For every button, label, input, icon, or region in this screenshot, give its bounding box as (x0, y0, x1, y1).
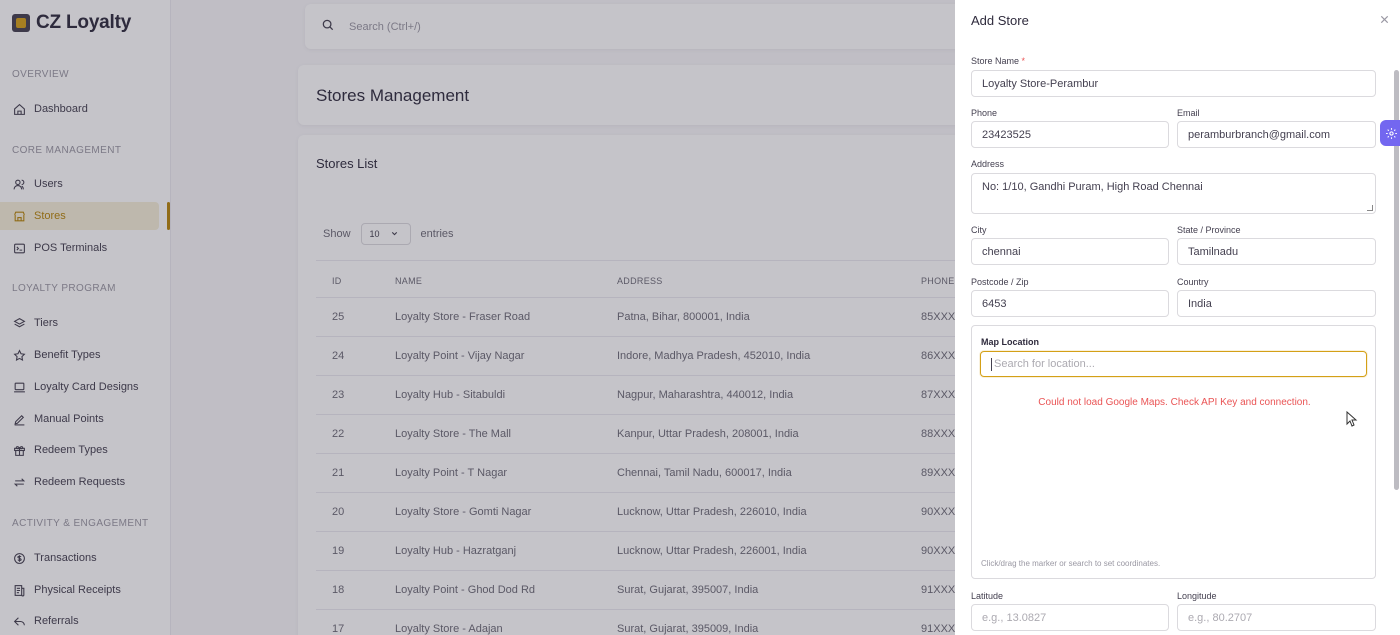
map-title: Map Location (981, 337, 1039, 347)
panel-title: Add Store (971, 13, 1029, 28)
latitude-label: Latitude (971, 591, 1004, 601)
city-label: City (971, 225, 987, 235)
gear-icon[interactable] (1380, 120, 1400, 146)
resize-handle[interactable] (1367, 205, 1373, 211)
map-error-message: Could not load Google Maps. Check API Ke… (1038, 397, 1311, 408)
email-input[interactable]: peramburbranch@gmail.com (1177, 121, 1376, 148)
state-input[interactable]: Tamilnadu (1177, 238, 1376, 265)
state-label: State / Province (1177, 225, 1241, 235)
country-input[interactable]: India (1177, 290, 1376, 317)
close-icon[interactable] (1379, 12, 1390, 28)
store-name-label: Store Name * (971, 56, 1026, 66)
modal-backdrop[interactable] (0, 0, 955, 635)
phone-input[interactable]: 23423525 (971, 121, 1169, 148)
map-location-box[interactable]: Map Location Search for location... Coul… (971, 325, 1376, 579)
address-value: No: 1/10, Gandhi Puram, High Road Chenna… (982, 181, 1203, 193)
country-label: Country (1177, 277, 1209, 287)
text-caret (991, 357, 992, 371)
longitude-label: Longitude (1177, 591, 1217, 601)
mouse-cursor-icon (1346, 410, 1358, 432)
phone-label: Phone (971, 108, 998, 118)
store-name-input[interactable]: Loyalty Store-Perambur (971, 70, 1376, 97)
map-hint: Click/drag the marker or search to set c… (981, 559, 1161, 568)
email-label: Email (1177, 108, 1200, 118)
address-textarea[interactable]: No: 1/10, Gandhi Puram, High Road Chenna… (971, 173, 1376, 214)
map-search-input[interactable]: Search for location... (980, 351, 1367, 377)
address-label: Address (971, 159, 1005, 169)
add-store-panel: Add Store Store Name * Loyalty Store-Per… (955, 0, 1400, 635)
map-search-placeholder: Search for location... (994, 358, 1095, 370)
postcode-input[interactable]: 6453 (971, 290, 1169, 317)
city-input[interactable]: chennai (971, 238, 1169, 265)
longitude-input[interactable]: e.g., 80.2707 (1177, 604, 1376, 631)
latitude-input[interactable]: e.g., 13.0827 (971, 604, 1169, 631)
postcode-label: Postcode / Zip (971, 277, 1029, 287)
